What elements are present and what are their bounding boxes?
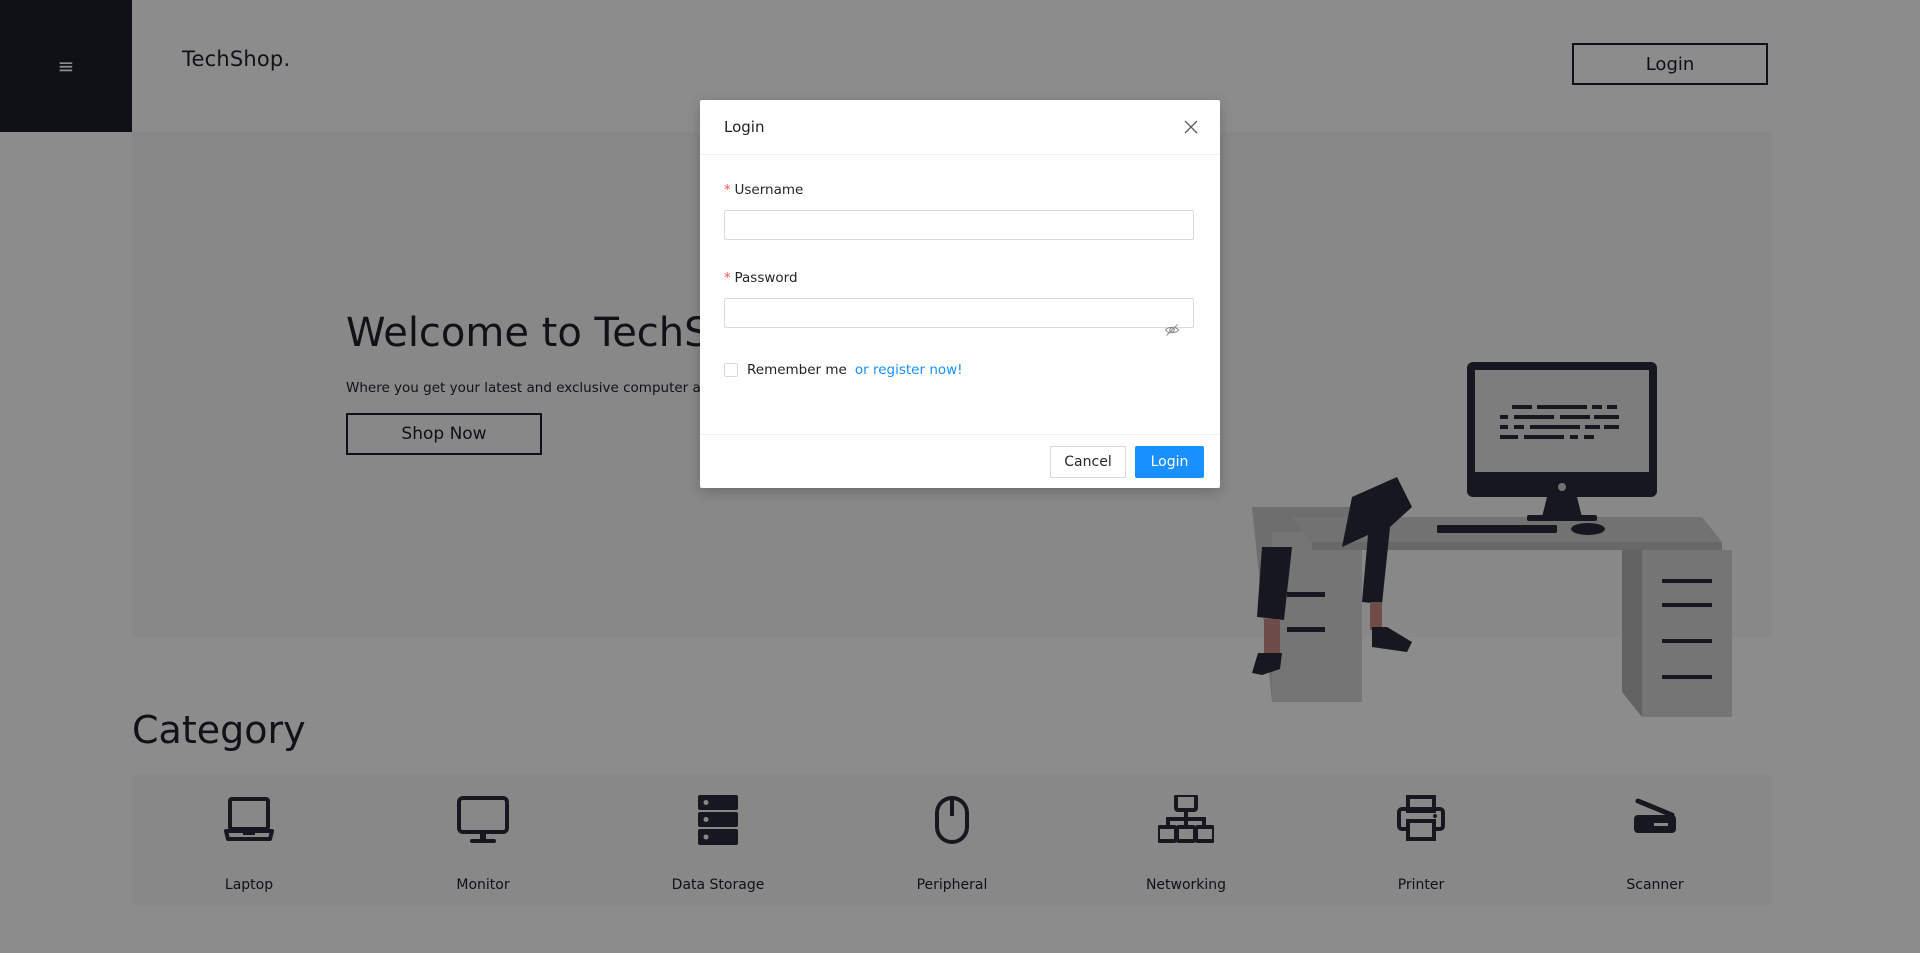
login-submit-button[interactable]: Login — [1135, 446, 1204, 478]
modal-header: Login — [700, 100, 1220, 155]
cancel-button[interactable]: Cancel — [1050, 446, 1126, 478]
close-icon[interactable] — [1182, 118, 1200, 136]
modal-footer: Cancel Login — [700, 434, 1220, 488]
eye-invisible-icon[interactable] — [1164, 322, 1180, 338]
remember-me-row: Remember me or register now! — [724, 362, 963, 378]
modal-title: Login — [724, 118, 765, 136]
username-input[interactable] — [724, 210, 1194, 240]
password-label-text: Password — [734, 270, 798, 286]
login-modal: Login * Username * Password Remember me or… — [700, 100, 1220, 488]
register-link[interactable]: or register now! — [855, 362, 963, 378]
remember-me-checkbox[interactable] — [724, 363, 738, 377]
remember-me-label[interactable]: Remember me — [747, 362, 847, 378]
username-label: * Username — [724, 182, 804, 198]
password-input[interactable] — [724, 298, 1194, 328]
username-label-text: Username — [734, 182, 804, 198]
password-label: * Password — [724, 270, 798, 286]
